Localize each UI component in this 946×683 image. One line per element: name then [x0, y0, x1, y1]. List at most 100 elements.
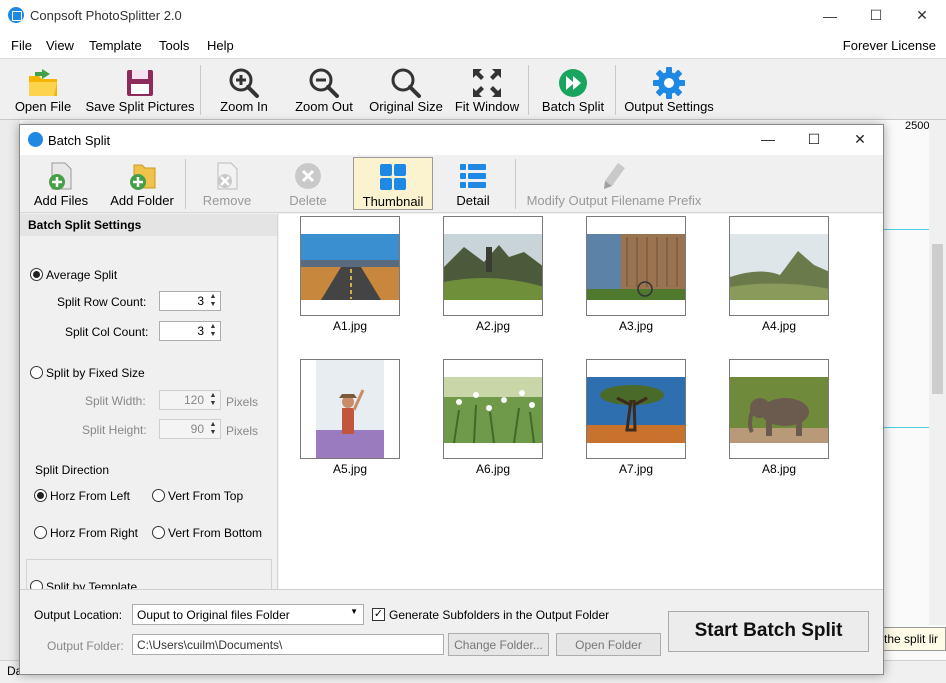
zoom-in-label: Zoom In [220, 99, 268, 114]
remove-button[interactable]: Remove [196, 155, 258, 211]
menu-help[interactable]: Help [207, 38, 234, 53]
menu-view[interactable]: View [46, 38, 74, 53]
mountain-image [730, 234, 828, 300]
open-folder-button[interactable]: Open Folder [556, 633, 661, 656]
tooltip: the split lir [880, 627, 946, 651]
thumbnail-a5[interactable] [300, 359, 400, 459]
detail-view-button[interactable]: Detail [443, 155, 503, 211]
menu-file[interactable]: File [11, 38, 32, 53]
thumbnail-a6[interactable] [443, 359, 543, 459]
settings-header: Batch Split Settings [20, 214, 277, 236]
barn-image [587, 234, 685, 300]
file-thumbnail-grid: A1.jpg A2.jpg A3.jpg A4.jpg A5.jpg A6.jp… [279, 214, 883, 589]
close-icon[interactable]: ✕ [899, 0, 945, 31]
spinner-arrows-icon[interactable]: ▲ ▼ [208, 293, 218, 309]
fixed-size-radio[interactable] [30, 366, 43, 379]
generate-subfolders-label[interactable]: Generate Subfolders in the Output Folder [389, 608, 609, 622]
row-count-value: 3 [197, 294, 204, 308]
thumbnail-a1[interactable] [300, 216, 400, 316]
split-template-radio[interactable] [30, 580, 43, 589]
dropdown-arrow-icon[interactable]: ▼ [350, 607, 358, 616]
generate-subfolders-checkbox[interactable]: ✓ [372, 608, 385, 621]
vertical-scrollbar[interactable] [929, 120, 946, 625]
zoom-out-button[interactable]: Zoom Out [288, 59, 360, 119]
menu-tools[interactable]: Tools [159, 38, 189, 53]
modify-prefix-label: Modify Output Filename Prefix [526, 193, 702, 208]
dialog-close-icon[interactable]: ✕ [837, 125, 883, 153]
vert-from-bottom-radio[interactable] [152, 526, 165, 539]
delete-label: Delete [289, 193, 327, 208]
delete-button[interactable]: Delete [278, 155, 338, 211]
add-files-button[interactable]: Add Files [26, 155, 96, 211]
thumbnail-a3[interactable] [586, 216, 686, 316]
zoom-in-icon [229, 68, 259, 98]
horz-from-right-label[interactable]: Horz From Right [50, 526, 138, 540]
spinner-arrows-icon[interactable]: ▲ ▼ [208, 421, 218, 437]
add-folder-button[interactable]: Add Folder [104, 155, 180, 211]
spinner-arrows-icon[interactable]: ▲ ▼ [208, 323, 218, 339]
height-pixels-unit: Pixels [226, 424, 259, 438]
dialog-maximize-icon[interactable]: ☐ [791, 125, 837, 153]
col-count-spinner[interactable]: 3 ▲ ▼ [159, 321, 221, 341]
row-count-spinner[interactable]: 3 ▲ ▼ [159, 291, 221, 311]
toolbar-separator [185, 159, 186, 209]
thumbnail-a4[interactable] [729, 216, 829, 316]
filename-a5: A5.jpg [332, 462, 368, 476]
zoom-in-button[interactable]: Zoom In [210, 59, 278, 119]
split-guide-line[interactable] [883, 229, 929, 230]
thumbnail-a2[interactable] [443, 216, 543, 316]
change-folder-button[interactable]: Change Folder... [448, 633, 549, 656]
horz-from-right-radio[interactable] [34, 526, 47, 539]
col-count-value: 3 [197, 324, 204, 338]
output-folder-label: Output Folder: [47, 639, 124, 653]
detail-list-icon [460, 164, 486, 188]
thumbnail-a7[interactable] [586, 359, 686, 459]
thumbnail-grid-icon [380, 164, 406, 190]
maximize-icon[interactable]: ☐ [853, 0, 899, 31]
split-height-spinner[interactable]: 90 ▲ ▼ [159, 419, 221, 439]
spinner-arrows-icon[interactable]: ▲ ▼ [208, 392, 218, 408]
split-width-spinner[interactable]: 120 ▲ ▼ [159, 390, 221, 410]
main-toolbar: Open File Save Split Pictures Zoom In Zo… [0, 58, 946, 120]
output-folder-field[interactable]: C:\Users\cuilm\Documents\ [132, 634, 444, 655]
remove-label: Remove [202, 193, 252, 208]
output-location-value: Ouput to Original files Folder [137, 608, 290, 622]
original-size-button[interactable]: Original Size [366, 59, 446, 119]
save-split-pictures-button[interactable]: Save Split Pictures [84, 59, 196, 119]
zoom-out-icon [309, 68, 339, 98]
output-location-dropdown[interactable]: Ouput to Original files Folder ▼ [132, 604, 364, 625]
average-split-radio[interactable] [30, 268, 43, 281]
vert-from-top-radio[interactable] [152, 489, 165, 502]
horz-from-left-label[interactable]: Horz From Left [50, 489, 130, 503]
split-guide-line[interactable] [883, 427, 929, 428]
thumbnail-a8[interactable] [729, 359, 829, 459]
horz-from-left-radio[interactable] [34, 489, 47, 502]
batch-split-button[interactable]: Batch Split [536, 59, 610, 119]
vert-from-top-label[interactable]: Vert From Top [168, 489, 243, 503]
thumbnail-label: Thumbnail [362, 194, 424, 209]
open-file-label: Open File [14, 99, 72, 114]
acacia-tree-image [587, 377, 685, 443]
menu-bar: File View Template Tools Help Forever Li… [0, 33, 946, 58]
add-file-icon [49, 162, 72, 190]
width-pixels-unit: Pixels [226, 395, 259, 409]
menu-template[interactable]: Template [89, 38, 142, 53]
scrollbar-thumb[interactable] [932, 244, 943, 394]
split-template-label[interactable]: Split by Template [46, 580, 137, 589]
fixed-size-label[interactable]: Split by Fixed Size [46, 366, 145, 380]
add-folder-label: Add Folder [110, 193, 174, 208]
open-file-button[interactable]: Open File [8, 59, 78, 119]
modify-prefix-button[interactable]: Modify Output Filename Prefix [522, 155, 706, 211]
fit-window-button[interactable]: Fit Window [452, 59, 522, 119]
start-batch-split-button[interactable]: Start Batch Split [668, 611, 869, 652]
fit-window-icon [473, 69, 501, 97]
delete-icon [295, 163, 321, 189]
vert-from-bottom-label[interactable]: Vert From Bottom [168, 526, 262, 540]
minimize-icon[interactable]: — [807, 0, 853, 31]
toolbar-separator [615, 65, 616, 115]
average-split-label[interactable]: Average Split [46, 268, 117, 282]
filename-a8: A8.jpg [761, 462, 797, 476]
dialog-minimize-icon[interactable]: — [745, 125, 791, 153]
thumbnail-view-button[interactable]: Thumbnail [353, 157, 433, 210]
output-settings-button[interactable]: Output Settings [620, 59, 718, 119]
